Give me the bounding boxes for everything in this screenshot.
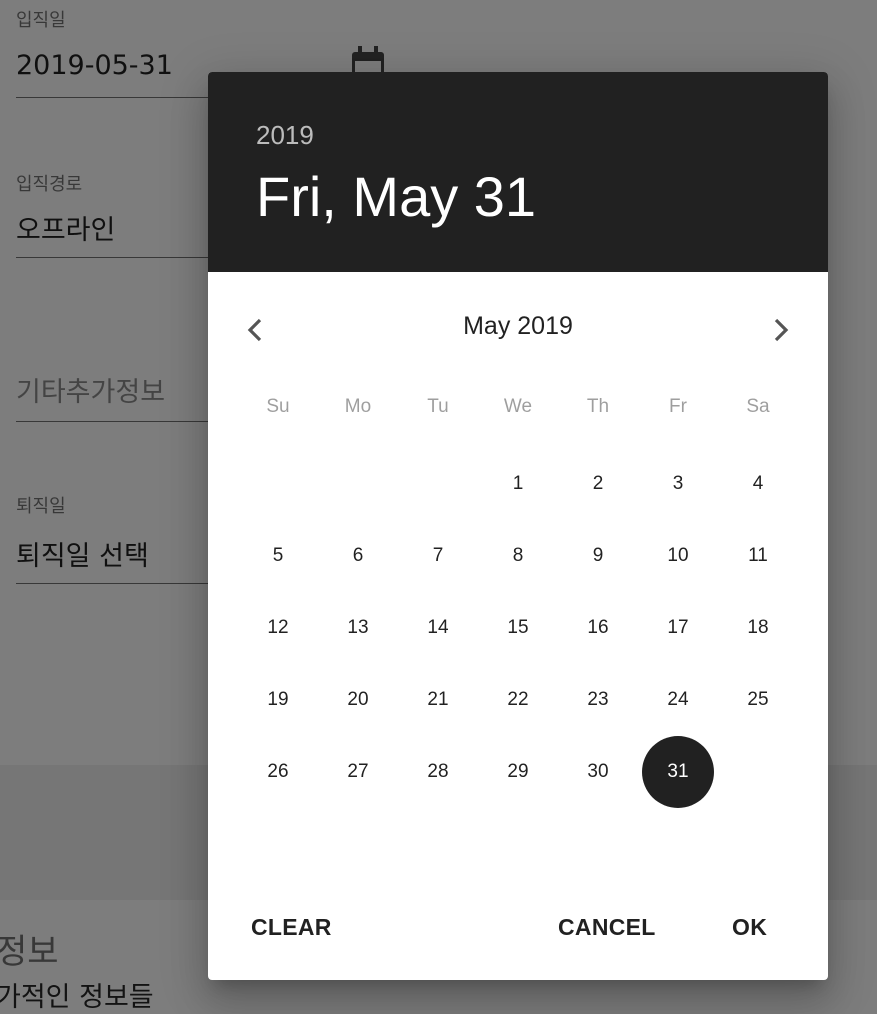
clear-button[interactable]: CLEAR [251,914,332,941]
day-cell[interactable]: 30 [562,736,634,808]
day-cell[interactable]: 15 [482,592,554,664]
day-cell[interactable]: 2 [562,448,634,520]
day-cell[interactable]: 4 [722,448,794,520]
chevron-right-icon [774,318,789,342]
day-cell[interactable]: 14 [402,592,474,664]
day-cell[interactable]: 10 [642,520,714,592]
day-cell[interactable]: 7 [402,520,474,592]
day-cell[interactable]: 20 [322,664,394,736]
day-cell[interactable]: 18 [722,592,794,664]
day-cell[interactable]: 23 [562,664,634,736]
month-year-label: May 2019 [463,312,573,340]
date-picker-header: 2019 Fri, May 31 [208,72,828,272]
day-cell[interactable]: 6 [322,520,394,592]
header-selected-date[interactable]: Fri, May 31 [256,164,536,229]
ok-button[interactable]: OK [732,914,767,941]
day-cell[interactable]: 28 [402,736,474,808]
weekday-tu: Tu [427,396,449,417]
day-cell[interactable]: 22 [482,664,554,736]
day-cell[interactable]: 16 [562,592,634,664]
day-selected[interactable]: 31 [642,736,714,808]
day-cell[interactable]: 25 [722,664,794,736]
header-year[interactable]: 2019 [256,120,314,151]
date-picker-dialog: 2019 Fri, May 31 May 2019 Su Mo Tu We Th Fr Sa… [208,72,828,980]
weekday-fr: Fr [669,396,687,417]
weekday-we: We [503,396,533,417]
day-cell[interactable]: 24 [642,664,714,736]
day-cell[interactable]: 17 [642,592,714,664]
next-month-button[interactable] [760,310,800,350]
day-cell[interactable]: 9 [562,520,634,592]
weekday-sa: Sa [746,396,770,417]
day-cell[interactable]: 29 [482,736,554,808]
day-cell[interactable]: 1 [482,448,554,520]
weekday-th: Th [586,396,610,417]
day-cell[interactable]: 26 [242,736,314,808]
day-cell[interactable]: 3 [642,448,714,520]
day-cell[interactable]: 8 [482,520,554,592]
day-cell[interactable]: 27 [322,736,394,808]
cancel-button[interactable]: CANCEL [558,914,656,941]
weekday-su: Su [266,396,290,417]
day-cell[interactable]: 13 [322,592,394,664]
day-cell[interactable]: 5 [242,520,314,592]
weekday-mo: Mo [344,396,372,417]
day-cell[interactable]: 11 [722,520,794,592]
day-cell[interactable]: 21 [402,664,474,736]
day-cell[interactable]: 19 [242,664,314,736]
day-cell[interactable]: 12 [242,592,314,664]
